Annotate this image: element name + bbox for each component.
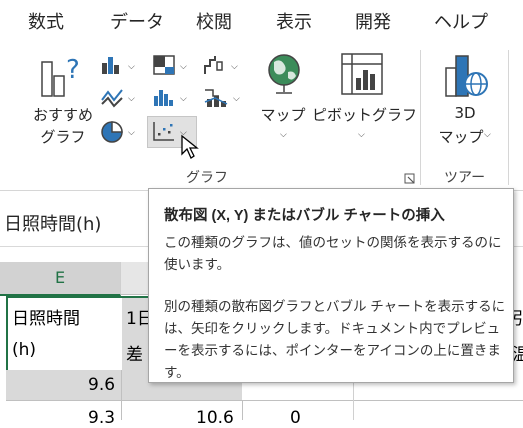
group-separator — [508, 50, 509, 185]
tab-view[interactable]: 表示 — [276, 8, 312, 34]
chevron-down-icon[interactable]: ⌵ — [128, 62, 135, 72]
column-chart-icon[interactable] — [100, 54, 122, 80]
column-header-e[interactable]: E — [0, 262, 121, 296]
chevron-down-icon[interactable]: ⌵ — [180, 94, 187, 104]
chevron-down-icon[interactable]: ⌵ — [484, 130, 491, 140]
globe-map-icon[interactable] — [264, 52, 304, 102]
tab-developer[interactable]: 開発 — [355, 8, 391, 34]
mouse-cursor-icon — [180, 134, 202, 164]
chevron-down-icon[interactable]: ⌵ — [128, 94, 135, 104]
3d-map-label-1: 3D — [454, 104, 476, 122]
tab-help[interactable]: ヘルプ — [434, 8, 488, 34]
cell-e-header-line2[interactable]: (h) — [12, 340, 36, 360]
dialog-launcher-icon[interactable] — [404, 170, 416, 189]
recommended-charts-label-1: おすすめ — [32, 106, 93, 124]
tab-formulas[interactable]: 数式 — [28, 8, 64, 34]
group-label-chart: グラフ — [186, 170, 228, 186]
statistic-chart-icon[interactable] — [152, 86, 176, 112]
hierarchy-chart-icon[interactable] — [152, 54, 176, 80]
chevron-down-icon[interactable]: ⌵ — [180, 62, 187, 72]
recommended-charts-label-2: グラフ — [40, 128, 86, 146]
cell-e-value[interactable]: 9.6 — [88, 375, 115, 395]
svg-text:?: ? — [66, 55, 80, 85]
tab-data[interactable]: データ — [110, 8, 164, 34]
gridline — [6, 400, 523, 401]
tooltip-description: この種類のグラフは、値のセットの関係を表示するのに使います。 — [164, 235, 502, 272]
chevron-down-icon[interactable]: ⌵ — [358, 130, 365, 140]
gridline — [242, 400, 243, 420]
chevron-down-icon[interactable]: ⌵ — [128, 128, 135, 138]
cell-e-header-line1[interactable]: 日照時間 — [12, 304, 80, 329]
pie-chart-icon[interactable] — [100, 120, 124, 148]
gridline — [121, 370, 122, 420]
group-label-tour: ツアー — [444, 170, 486, 186]
waterfall-chart-icon[interactable] — [203, 54, 227, 80]
tooltip-title: 散布図 (X, Y) またはバブル チャートの挿入 — [164, 208, 445, 224]
pivot-chart-label: ピボットグラフ — [312, 106, 418, 124]
cell-e-value[interactable]: 9.3 — [88, 408, 115, 428]
chevron-down-icon[interactable]: ⌵ — [233, 94, 240, 104]
pivot-chart-icon[interactable] — [340, 52, 386, 102]
cell-g-value[interactable]: 0 — [290, 408, 301, 428]
chevron-down-icon[interactable]: ⌵ — [231, 62, 238, 72]
combo-chart-icon[interactable] — [203, 86, 229, 114]
scatter-chart-tooltip: 散布図 (X, Y) またはバブル チャートの挿入 この種類のグラフは、値のセッ… — [148, 188, 514, 383]
chevron-down-icon[interactable]: ⌵ — [280, 130, 287, 140]
recommended-charts-icon[interactable]: ? — [38, 52, 88, 98]
scatter-chart-icon[interactable] — [152, 120, 176, 146]
cell-f-value[interactable]: 10.6 — [196, 408, 234, 428]
formula-bar-content[interactable]: 日照時間(h) — [4, 210, 101, 236]
3d-map-icon[interactable] — [442, 52, 492, 104]
cell-f-header-line2[interactable]: 差 — [126, 340, 143, 365]
tab-review[interactable]: 校閲 — [196, 8, 232, 34]
group-separator — [420, 50, 421, 185]
maps-label: マップ — [260, 106, 306, 124]
tooltip-instructions: 別の種類の散布図グラフとバブル チャートを表示するには、矢印をクリックします。ド… — [164, 299, 506, 380]
3d-map-label-2: マップ — [438, 128, 484, 146]
line-chart-icon[interactable] — [100, 86, 124, 112]
